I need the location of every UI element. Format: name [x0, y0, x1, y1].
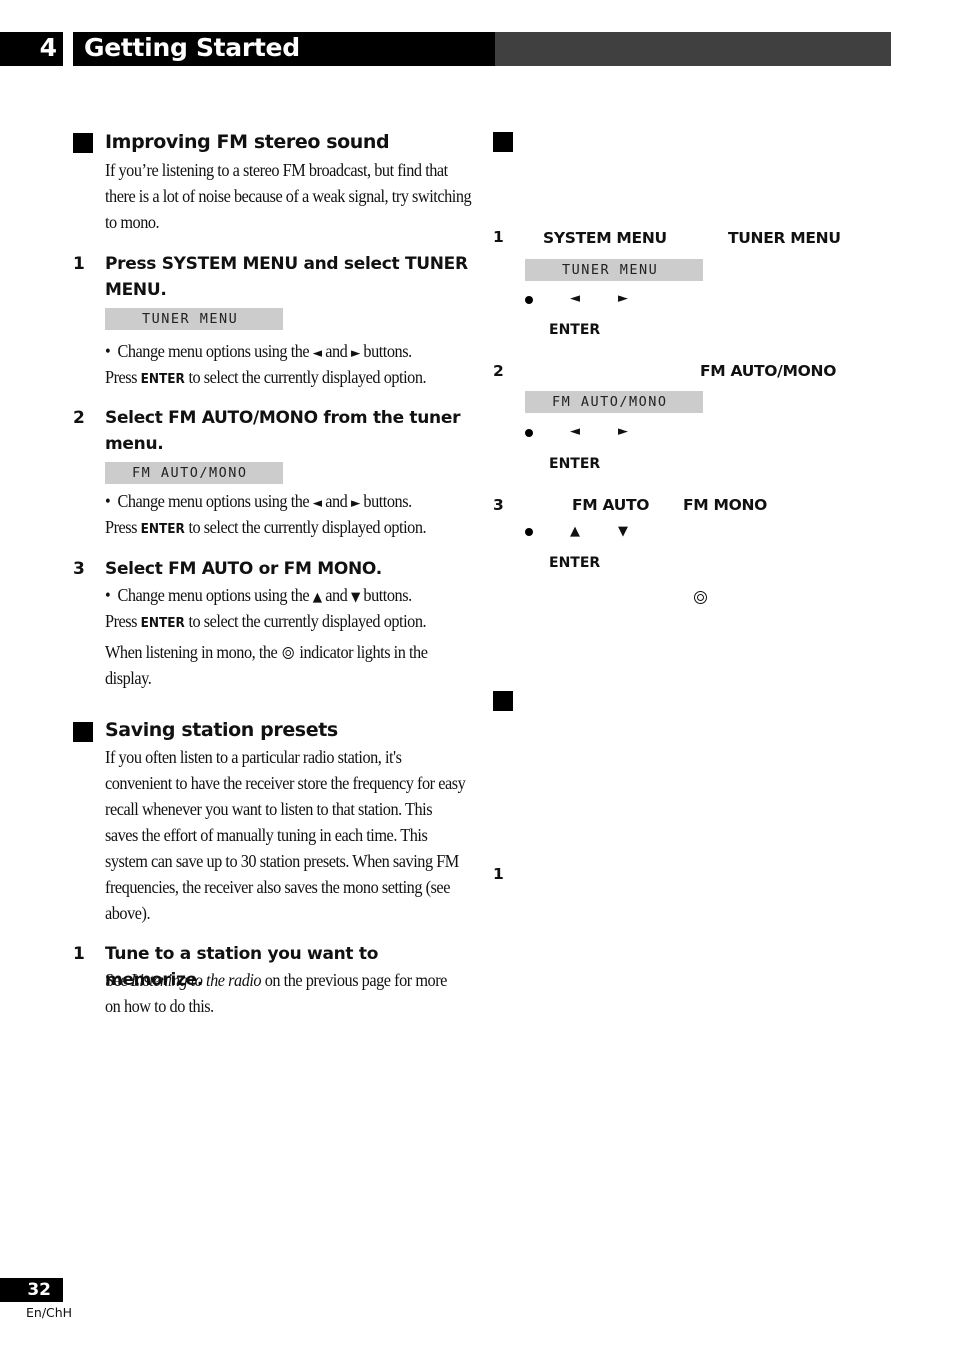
- right-arrow-icon: ►: [350, 346, 360, 361]
- display-text: FM AUTO/MONO: [132, 465, 248, 481]
- header-bar-extension: [495, 32, 891, 66]
- left-arrow-icon: ◄: [570, 291, 580, 306]
- enter-key-label: ENTER: [549, 322, 601, 338]
- bullet: •: [105, 341, 118, 361]
- step-number: 1: [73, 254, 85, 274]
- left-arrow-icon: ◄: [570, 424, 580, 439]
- enter-key-label: ENTER: [140, 616, 185, 631]
- instruction-text: and: [325, 341, 348, 361]
- left-arrow-icon: ◄: [312, 496, 322, 511]
- step-number: 2: [493, 362, 504, 380]
- step-instruction: • Change menu options using the ▲ and ▼ …: [105, 582, 472, 637]
- bullet: •: [105, 491, 118, 511]
- page-number: 32: [27, 1280, 51, 1300]
- step-number: 1: [493, 865, 504, 883]
- display-readout: FM AUTO/MONO: [525, 391, 703, 413]
- up-arrow-icon: ▲: [312, 590, 322, 605]
- display-text: TUNER MENU: [142, 311, 239, 327]
- section-marker-icon: [493, 132, 513, 152]
- fm-auto-mono-label: FM AUTO/MONO: [700, 362, 837, 380]
- mono-indicator-icon: [282, 647, 294, 659]
- fm-auto-label: FM AUTO: [572, 496, 650, 514]
- section-intro-presets: If you often listen to a particular radi…: [105, 747, 466, 923]
- tuner-menu-label: TUNER MENU: [728, 229, 841, 247]
- enter-key-label: ENTER: [549, 456, 601, 472]
- down-arrow-icon: ▼: [350, 590, 360, 605]
- up-arrow-icon: ▲: [570, 524, 580, 539]
- section-title-fm-stereo: Improving FM stereo sound: [105, 131, 390, 153]
- chapter-title: Getting Started: [84, 33, 300, 62]
- section-intro-fm-stereo: If you’re listening to a stereo FM broad…: [105, 160, 472, 232]
- display-readout: TUNER MENU: [105, 308, 283, 330]
- section-title-presets: Saving station presets: [105, 719, 338, 741]
- instruction-text: Press: [105, 611, 138, 631]
- instruction-text: and: [325, 585, 348, 605]
- enter-key-label: ENTER: [140, 372, 185, 387]
- step-number: 1: [493, 228, 504, 246]
- instruction-text: and: [325, 491, 348, 511]
- instruction-text: Change menu options using the: [117, 585, 310, 605]
- bullet-icon: [525, 296, 533, 304]
- instruction-text: to select the currently displayed option…: [188, 367, 427, 387]
- bullet-icon: [525, 528, 533, 536]
- right-arrow-icon: ►: [618, 424, 628, 439]
- language-code: En/ChH: [26, 1305, 73, 1320]
- step-title: Press SYSTEM MENU and select TUNER MENU.: [105, 254, 468, 300]
- step-instruction: See Listening to the radio on the previo…: [105, 967, 449, 1019]
- instruction-text: Change menu options using the: [117, 341, 310, 361]
- left-arrow-icon: ◄: [312, 346, 322, 361]
- right-arrow-icon: ►: [618, 291, 628, 306]
- bullet: •: [105, 585, 118, 605]
- chapter-number: 4: [39, 33, 57, 62]
- section-marker-icon: [493, 691, 513, 711]
- step-title: Select FM AUTO or FM MONO.: [105, 559, 382, 579]
- instruction-text: to select the currently displayed option…: [188, 611, 427, 631]
- display-text: FM AUTO/MONO: [552, 394, 668, 410]
- section-marker-icon: [73, 133, 93, 153]
- instruction-text: Press: [105, 517, 138, 537]
- mono-indicator: [692, 590, 709, 608]
- step-number: 3: [493, 496, 504, 514]
- step-instruction: • Change menu options using the ◄ and ► …: [105, 488, 472, 543]
- instruction-text: to select the currently displayed option…: [188, 517, 427, 537]
- chapter-title-block: Getting Started: [73, 32, 495, 66]
- cross-reference-link[interactable]: Listening to the radio: [131, 970, 262, 990]
- instruction-text: Change menu options using the: [117, 491, 310, 511]
- step-title: Select FM AUTO/MONO from the tuner menu.: [105, 408, 461, 454]
- step-instruction: • Change menu options using the ◄ and ► …: [105, 338, 472, 393]
- display-readout: FM AUTO/MONO: [105, 462, 283, 484]
- section-marker-icon: [73, 722, 93, 742]
- system-menu-label: SYSTEM MENU: [543, 229, 667, 247]
- display-readout: TUNER MENU: [525, 259, 703, 281]
- mono-indicator-icon: [694, 591, 707, 604]
- note-text: When listening in mono, the: [105, 642, 278, 662]
- right-arrow-icon: ►: [350, 496, 360, 511]
- enter-key-label: ENTER: [549, 555, 601, 571]
- instruction-text: See: [105, 970, 128, 990]
- down-arrow-icon: ▼: [618, 524, 628, 539]
- fm-mono-label: FM MONO: [683, 496, 768, 514]
- page-number-block: 32: [0, 1278, 63, 1302]
- chapter-number-block: 4: [0, 32, 63, 66]
- step-number: 1: [73, 944, 85, 964]
- instruction-text: buttons.: [363, 491, 412, 511]
- display-text: TUNER MENU: [562, 262, 659, 278]
- instruction-text: Press: [105, 367, 138, 387]
- step-number: 2: [73, 408, 85, 428]
- instruction-text: buttons.: [363, 341, 412, 361]
- mono-note: When listening in mono, the indicator li…: [105, 639, 463, 691]
- instruction-text: buttons.: [363, 585, 412, 605]
- bullet-icon: [525, 429, 533, 437]
- enter-key-label: ENTER: [140, 522, 185, 537]
- step-number: 3: [73, 559, 85, 579]
